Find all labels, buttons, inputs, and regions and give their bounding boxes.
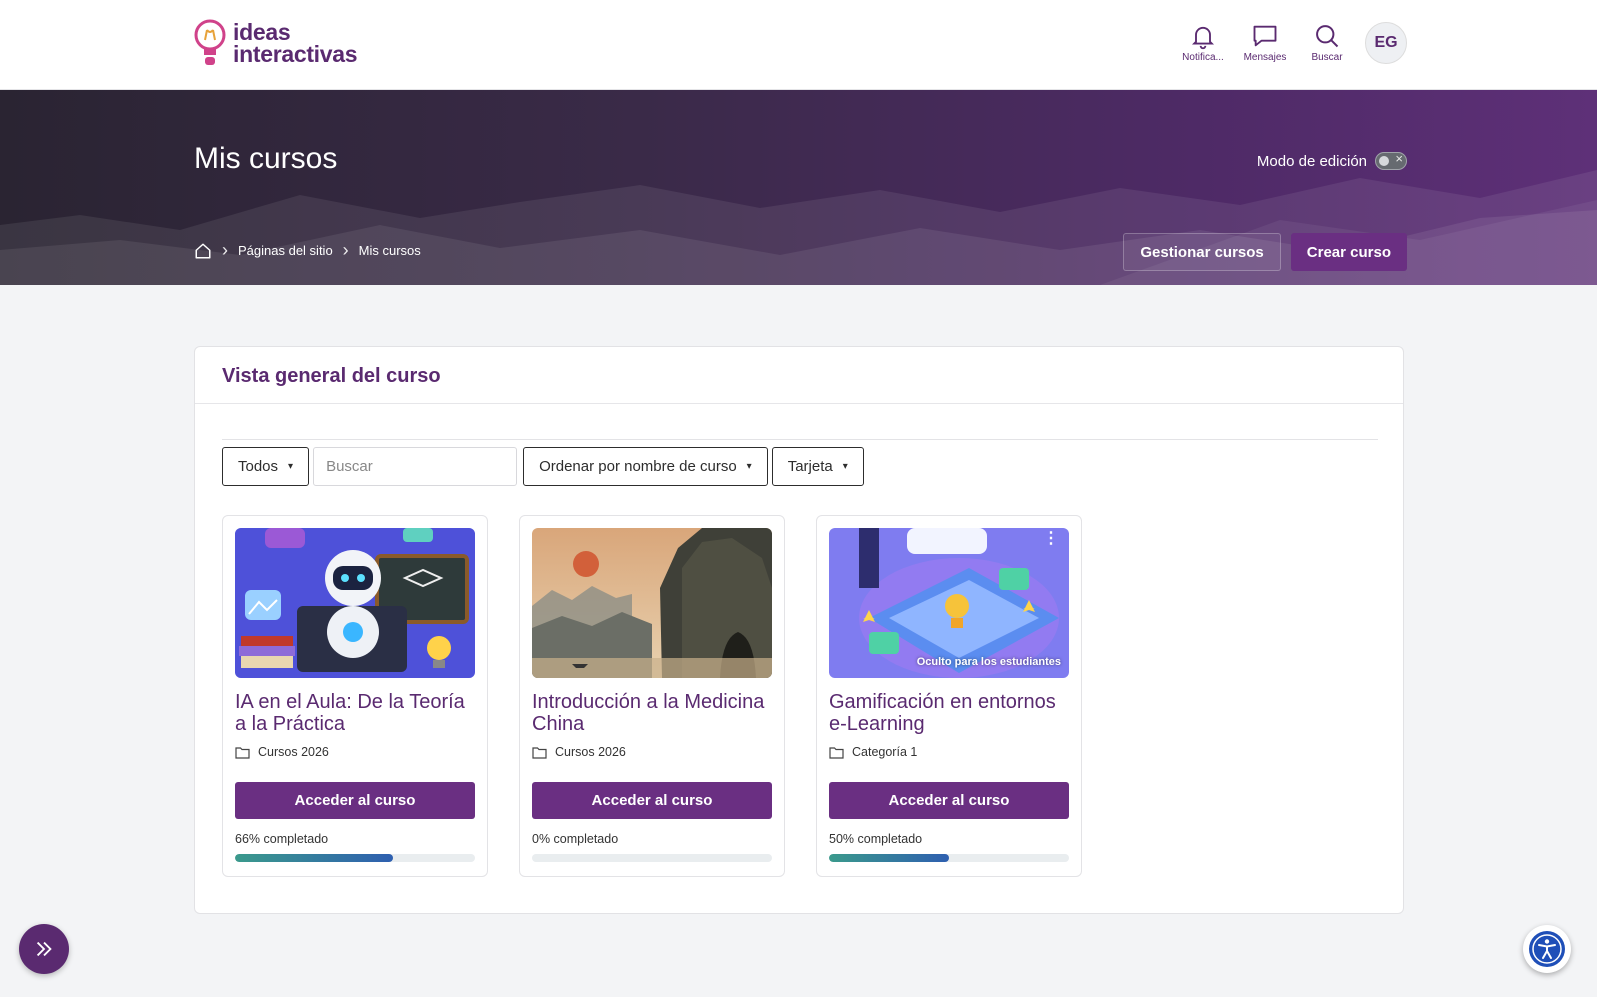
chevron-down-icon: ▾ [288, 461, 294, 472]
progress-fill [829, 854, 949, 862]
course-category: Categoría 1 [829, 745, 917, 759]
top-actions: Notifica... Mensajes Buscar EG [1179, 22, 1407, 64]
folder-icon [235, 746, 250, 759]
category-label: Cursos 2026 [258, 745, 329, 759]
search-label: Buscar [1311, 52, 1343, 63]
course-title[interactable]: Gamificación en entornos e-Learning [829, 691, 1074, 735]
accessibility-button[interactable] [1523, 925, 1571, 973]
close-icon: × [1395, 151, 1403, 166]
notifications-label: Notifica... [1182, 52, 1224, 63]
logo-text: ideas interactivas [233, 19, 358, 67]
logo-line-1: ideas [233, 19, 291, 45]
progress-fill [235, 854, 394, 862]
course-image-gamification[interactable]: ⋮ Oculto para los estudiantes [829, 528, 1069, 678]
progress-text: 50% completado [829, 832, 923, 846]
page-title: Mis cursos [194, 142, 338, 175]
progress-bar [532, 854, 772, 862]
folder-icon [829, 746, 844, 759]
top-navbar: ideas interactivas Notifica... Mensajes … [0, 0, 1597, 90]
divider [222, 439, 1378, 440]
logo-line-2: interactivas [233, 41, 358, 67]
page-header-banner: Mis cursos Modo de edición × › Páginas d… [0, 90, 1597, 285]
view-selected: Tarjeta [787, 458, 833, 475]
view-dropdown[interactable]: Tarjeta ▾ [771, 447, 864, 486]
progress-text: 66% completado [235, 832, 329, 846]
site-logo[interactable]: ideas interactivas [193, 18, 358, 68]
access-course-button[interactable]: Acceder al curso [235, 782, 475, 819]
hidden-from-students-badge: Oculto para los estudiantes [916, 656, 1061, 668]
course-cards: IA en el Aula: De la Teoría a la Práctic… [222, 515, 1082, 877]
course-category: Cursos 2026 [235, 745, 329, 759]
chinese-landscape-painting [532, 528, 772, 678]
double-chevron-right-icon [36, 941, 52, 957]
grouping-dropdown[interactable]: Todos ▾ [222, 447, 310, 486]
divider [195, 403, 1403, 404]
expand-drawer-button[interactable] [19, 924, 69, 974]
manage-courses-button[interactable]: Gestionar cursos [1123, 233, 1281, 271]
header-actions: Gestionar cursos Crear curso [1123, 233, 1407, 271]
create-course-button[interactable]: Crear curso [1290, 233, 1407, 271]
access-course-button[interactable]: Acceder al curso [532, 782, 772, 819]
course-image-landscape[interactable] [532, 528, 772, 678]
progress-bar [829, 854, 1069, 862]
breadcrumb-my-courses: Mis cursos [358, 243, 421, 258]
notifications-button[interactable]: Notifica... [1179, 22, 1227, 63]
chevron-down-icon: ▾ [842, 461, 848, 472]
block-title: Vista general del curso [222, 365, 441, 387]
course-card: ⋮ Oculto para los estudiantes Gamificaci… [816, 515, 1082, 877]
chevron-right-icon: › [342, 240, 349, 260]
folder-icon [532, 746, 547, 759]
search-icon [1316, 25, 1339, 48]
message-bubble-icon [1253, 25, 1277, 47]
course-image-robot[interactable] [235, 528, 475, 678]
course-filters: Todos ▾ Ordenar por nombre de curso ▾ Ta… [222, 447, 864, 486]
accessibility-icon [1529, 931, 1565, 967]
progress-bar [235, 854, 475, 862]
course-title[interactable]: IA en el Aula: De la Teoría a la Práctic… [235, 691, 480, 735]
sort-dropdown[interactable]: Ordenar por nombre de curso ▾ [523, 447, 768, 486]
more-options-icon[interactable]: ⋮ [1043, 531, 1059, 547]
access-course-button[interactable]: Acceder al curso [829, 782, 1069, 819]
sort-selected: Ordenar por nombre de curso [539, 458, 737, 475]
progress-text: 0% completado [532, 832, 619, 846]
course-overview-block: Vista general del curso Todos ▾ Ordenar … [194, 346, 1404, 914]
chevron-down-icon: ▾ [746, 461, 752, 472]
bell-icon [1191, 26, 1215, 50]
user-avatar[interactable]: EG [1365, 22, 1407, 64]
grouping-selected: Todos [238, 458, 279, 475]
category-label: Categoría 1 [852, 745, 918, 759]
breadcrumb: › Páginas del sitio › Mis cursos [194, 240, 421, 261]
course-title[interactable]: Introducción a la Medicina China [532, 691, 777, 735]
edit-mode-label: Modo de edición [1256, 152, 1367, 170]
chevron-right-icon: › [222, 240, 228, 260]
category-label: Cursos 2026 [555, 745, 626, 759]
course-search-input[interactable] [313, 447, 518, 486]
course-card: Introducción a la Medicina China Cursos … [519, 515, 785, 877]
robot-classroom-illustration [235, 528, 475, 678]
home-icon[interactable] [194, 242, 212, 260]
messages-button[interactable]: Mensajes [1241, 22, 1289, 63]
course-category: Cursos 2026 [532, 745, 626, 759]
edit-mode-toggle[interactable]: × [1375, 151, 1407, 170]
search-button[interactable]: Buscar [1303, 22, 1351, 63]
messages-label: Mensajes [1243, 52, 1287, 63]
course-card: IA en el Aula: De la Teoría a la Práctic… [222, 515, 488, 877]
edit-mode-control: Modo de edición × [1256, 151, 1407, 170]
breadcrumb-site-pages[interactable]: Páginas del sitio [238, 243, 333, 258]
lightbulb-logo-icon [194, 19, 226, 65]
